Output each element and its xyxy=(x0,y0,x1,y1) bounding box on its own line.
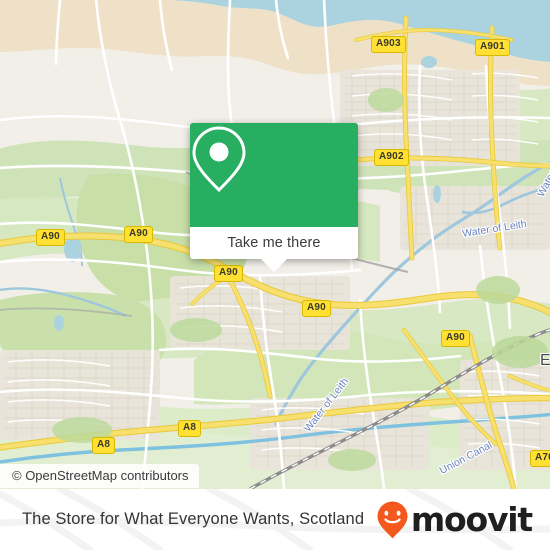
road-shield-a90-1[interactable]: A90 xyxy=(36,229,65,246)
take-me-there-button[interactable]: Take me there xyxy=(190,227,358,259)
moovit-logo[interactable]: moovit xyxy=(376,500,533,540)
map-attribution[interactable]: © OpenStreetMap contributors xyxy=(0,464,199,488)
road-shield-a90-4[interactable]: A90 xyxy=(302,300,331,317)
road-shield-a901[interactable]: A901 xyxy=(475,39,510,56)
moovit-pin-icon xyxy=(377,501,408,538)
road-shield-a90-2[interactable]: A90 xyxy=(124,226,153,243)
road-shield-a70[interactable]: A70 xyxy=(530,450,550,467)
road-shield-a90-3[interactable]: A90 xyxy=(214,265,243,282)
road-shield-a902[interactable]: A902 xyxy=(374,149,409,166)
page-title: The Store for What Everyone Wants, Scotl… xyxy=(22,510,365,528)
map-label-edinburgh: E xyxy=(540,352,550,369)
road-shield-a90-5[interactable]: A90 xyxy=(441,330,470,347)
road-shield-a8-2[interactable]: A8 xyxy=(92,437,116,454)
map-pin-icon xyxy=(192,126,246,193)
moovit-map-screen: A903 A901 A902 A90 A90 A90 A90 A90 A8 A8… xyxy=(0,0,550,550)
popup-pointer xyxy=(261,259,287,272)
road-shield-a8-1[interactable]: A8 xyxy=(178,420,202,437)
popup-icon-area xyxy=(190,123,358,227)
map-canvas[interactable]: A903 A901 A902 A90 A90 A90 A90 A90 A8 A8… xyxy=(0,0,550,489)
moovit-wordmark: moovit xyxy=(410,500,533,539)
take-me-there-label: Take me there xyxy=(227,235,321,251)
road-shield-a903[interactable]: A903 xyxy=(371,36,406,53)
destination-popup[interactable]: Take me there xyxy=(190,123,358,259)
footer-bar: The Store for What Everyone Wants, Scotl… xyxy=(0,489,550,550)
